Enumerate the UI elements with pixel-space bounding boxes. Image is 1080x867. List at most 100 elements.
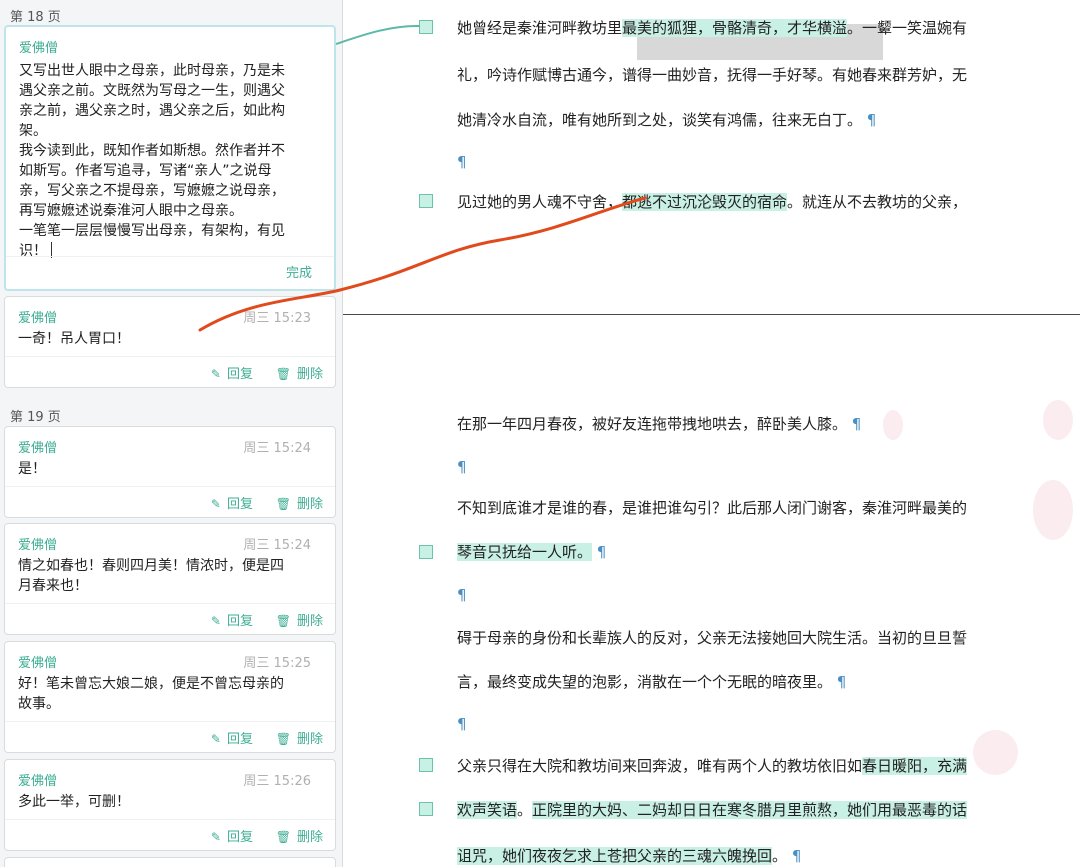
petal-decoration (973, 730, 1018, 775)
delete-label: 删除 (296, 732, 323, 747)
comment-marker[interactable] (419, 194, 433, 208)
edit-line: 如斯写。作者写追寻，写诸“亲人”之说母 (19, 163, 272, 179)
doc-line: 诅咒，她们夜夜乞求上苍把父亲的三魂六魄挽回。 ¶ (457, 847, 802, 865)
comment-text: 好！笔未曾忘大娘二娘，便是不曾忘母亲的 故事。 (18, 676, 284, 712)
comment-card: 爱佛僧 周三 15:24 是！ ✎ 回复 🗑 删除 (4, 426, 336, 518)
comment-text: 情之如春也！春则四月美！情浓时，便是四 月春来也！ (18, 558, 284, 594)
pencil-icon: ✎ (210, 614, 221, 628)
comment-author: 爱佛僧 (18, 538, 58, 553)
comment-author: 爱佛僧 (19, 41, 59, 56)
comment-text: 是！ (18, 461, 46, 477)
comment-actions: ✎ 回复 🗑 删除 (5, 819, 335, 850)
comment-text: 多此一举，可删！ (18, 794, 130, 810)
delete-button[interactable]: 🗑 删除 (276, 826, 323, 845)
reply-button[interactable]: ✎ 回复 (211, 826, 253, 845)
comment-time: 周三 15:25 (243, 656, 311, 671)
edit-line: 一笔笔一层层慢慢写出母亲，有架构，有见 (19, 223, 285, 239)
page-divider (343, 314, 1080, 315)
doc-line: 琴音只抚给一人听。 ¶ (457, 543, 607, 561)
comment-author: 爱佛僧 (18, 441, 58, 456)
edit-line: 再写嬷嬷述说秦淮河人眼中之母亲。 (19, 203, 243, 219)
doc-line: 她清冷水自流，唯有她所到之处，谈笑有鸿儒，往来无白丁。 ¶ (457, 111, 877, 129)
edit-line: 我今读到此，既知作者如斯想。然作者并不 (19, 143, 285, 159)
comment-edit-textarea[interactable]: 又写出世人眼中之母亲，此时母亲，乃是未 遇父亲之前。文既然为写母之一生，则遇父 亲之… (19, 61, 285, 261)
comment-author: 爱佛僧 (18, 311, 58, 326)
comment-card-partial (4, 857, 336, 867)
reply-button[interactable]: ✎ 回复 (211, 363, 253, 382)
petal-decoration (1033, 480, 1073, 540)
document-area[interactable]: 她曾经是秦淮河畔教坊里最美的狐狸，骨骼清奇，才华横溢。一颦一笑温婉有 礼，吟诗作… (343, 0, 1080, 867)
trash-icon: 🗑 (275, 732, 291, 746)
trash-icon: 🗑 (275, 367, 291, 381)
delete-label: 删除 (296, 614, 323, 629)
comment-actions: ✎ 回复 🗑 删除 (5, 356, 335, 387)
edit-line: 亲之前，遇父亲之时，遇父亲之后，如此构 (19, 103, 285, 119)
pilcrow: ¶ (457, 458, 467, 476)
doc-line: 父亲只得在大院和教坊间来回奔波，唯有两个人的教坊依旧如春日暖阳，充满 (457, 757, 968, 775)
delete-button[interactable]: 🗑 删除 (276, 363, 323, 382)
reply-label: 回复 (226, 830, 253, 845)
comment-time: 周三 15:24 (243, 441, 311, 456)
delete-label: 删除 (296, 367, 323, 382)
comment-card: 爱佛僧 周三 15:23 一奇！吊人胃口！ ✎ 回复 🗑 删除 (4, 296, 336, 388)
comment-marker[interactable] (419, 802, 433, 816)
comment-time: 周三 15:26 (243, 774, 311, 789)
page-label-19: 第 19 页 (10, 410, 61, 425)
pilcrow: ¶ (457, 153, 467, 171)
comment-actions: ✎ 回复 🗑 删除 (5, 603, 335, 634)
comment-card: 爱佛僧 周三 15:25 好！笔未曾忘大娘二娘，便是不曾忘母亲的 故事。 ✎ 回复… (4, 641, 336, 753)
doc-line: 她曾经是秦淮河畔教坊里最美的狐狸，骨骼清奇，才华横溢。一颦一笑温婉有 (457, 19, 968, 37)
pencil-icon: ✎ (210, 497, 221, 511)
comment-author: 爱佛僧 (18, 656, 58, 671)
trash-icon: 🗑 (275, 614, 291, 628)
delete-button[interactable]: 🗑 删除 (276, 610, 323, 629)
pencil-icon: ✎ (210, 830, 221, 844)
done-button[interactable]: 完成 (286, 262, 312, 281)
pencil-icon: ✎ (210, 367, 221, 381)
comment-card: 爱佛僧 周三 15:24 情之如春也！春则四月美！情浓时，便是四 月春来也！ ✎… (4, 523, 336, 635)
comment-actions: ✎ 回复 🗑 删除 (5, 486, 335, 517)
reply-button[interactable]: ✎ 回复 (211, 728, 253, 747)
edit-line: 架。 (19, 123, 47, 139)
reply-label: 回复 (226, 497, 253, 512)
comment-card: 爱佛僧 周三 15:26 多此一举，可删！ ✎ 回复 🗑 删除 (4, 759, 336, 851)
comment-author: 爱佛僧 (18, 774, 58, 789)
doc-line: 碍于母亲的身份和长辈族人的反对，父亲无法接她回大院生活。当初的旦旦誓 (457, 629, 968, 647)
doc-line: 言，最终变成失望的泡影，消散在一个个无眠的暗夜里。 ¶ (457, 673, 847, 691)
trash-icon: 🗑 (275, 497, 291, 511)
comment-text: 一奇！吊人胃口！ (18, 331, 130, 347)
comment-marker[interactable] (419, 758, 433, 772)
pilcrow: ¶ (457, 715, 467, 733)
edit-actions: 完成 (6, 256, 334, 289)
reply-button[interactable]: ✎ 回复 (211, 610, 253, 629)
comment-edit-card[interactable]: 爱佛僧 又写出世人眼中之母亲，此时母亲，乃是未 遇父亲之前。文既然为写母之一生，则… (4, 25, 336, 291)
comment-actions: ✎ 回复 🗑 删除 (5, 721, 335, 752)
pilcrow: ¶ (457, 586, 467, 604)
doc-line: 欢声笑语。正院里的大妈、二妈却日日在寒冬腊月里煎熬，她们用最恶毒的话 (457, 801, 968, 819)
edit-line: 遇父亲之前。文既然为写母之一生，则遇父 (19, 83, 285, 99)
petal-decoration (1043, 400, 1073, 440)
edit-line: 亲，写父亲之不提母亲，写嬷嬷之说母亲， (19, 183, 285, 199)
comment-marker[interactable] (419, 20, 433, 34)
petal-decoration (883, 410, 903, 440)
edit-line: 又写出世人眼中之母亲，此时母亲，乃是未 (19, 63, 285, 79)
delete-label: 删除 (296, 830, 323, 845)
comment-marker[interactable] (419, 545, 433, 559)
comment-time: 周三 15:23 (243, 311, 311, 326)
page-label-18: 第 18 页 (10, 10, 61, 25)
doc-line: 不知到底谁才是谁的春，是谁把谁勾引？此后那人闭门谢客，秦淮河畔最美的 (457, 499, 968, 517)
reply-label: 回复 (226, 614, 253, 629)
doc-line: 礼，吟诗作赋博古通今，谱得一曲妙音，抚得一手好琴。有她春来群芳妒，无 (457, 66, 968, 84)
reply-label: 回复 (226, 732, 253, 747)
pencil-icon: ✎ (210, 732, 221, 746)
delete-button[interactable]: 🗑 删除 (276, 728, 323, 747)
comment-time: 周三 15:24 (243, 538, 311, 553)
reply-button[interactable]: ✎ 回复 (211, 493, 253, 512)
comments-sidebar: 第 18 页 爱佛僧 又写出世人眼中之母亲，此时母亲，乃是未 遇父亲之前。文既然为… (0, 0, 343, 867)
delete-button[interactable]: 🗑 删除 (276, 493, 323, 512)
reply-label: 回复 (226, 367, 253, 382)
doc-line: 见过她的男人魂不守舍，都逃不过沉沦毁灭的宿命。就连从不去教坊的父亲， (457, 193, 968, 211)
delete-label: 删除 (296, 497, 323, 512)
doc-line: 在那一年四月春夜，被好友连拖带拽地哄去，醉卧美人膝。 ¶ (457, 415, 862, 433)
trash-icon: 🗑 (275, 830, 291, 844)
